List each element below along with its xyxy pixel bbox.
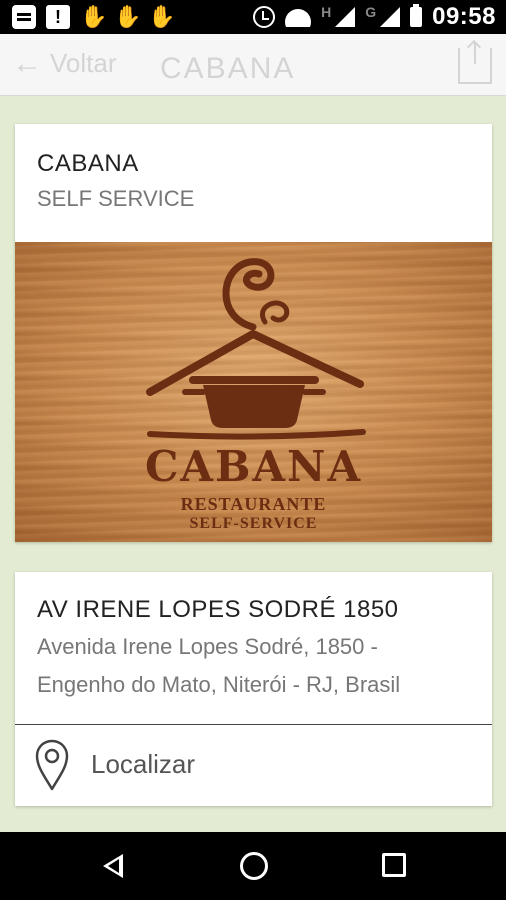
address-line-1: Avenida Irene Lopes Sodré, 1850 -	[37, 634, 378, 659]
page-title: CABANA	[160, 52, 296, 85]
clock: 09:58	[432, 3, 496, 30]
restaurant-card: CABANA SELF SERVICE CABANA RESTAURANTE S…	[15, 124, 492, 542]
wifi-icon	[285, 7, 311, 27]
signal-icon	[380, 7, 401, 27]
network-type-h: H	[321, 4, 332, 20]
app-bar: ← Voltar CABANA	[0, 34, 506, 96]
notification-icon	[12, 5, 36, 29]
address-card: AV IRENE LOPES SODRÉ 1850 Avenida Irene …	[15, 572, 492, 806]
restaurant-banner: CABANA RESTAURANTE SELF-SERVICE	[15, 242, 492, 542]
logo-tagline-1: RESTAURANTE	[180, 494, 327, 514]
system-nav-bar	[0, 832, 506, 900]
back-button[interactable]: ← Voltar	[12, 48, 117, 79]
hand-icon: ✋	[114, 4, 142, 29]
nav-recents-icon[interactable]	[382, 853, 406, 877]
back-label: Voltar	[50, 48, 117, 78]
map-pin-icon	[35, 739, 69, 791]
logo-wordmark: CABANA	[144, 442, 363, 491]
battery-icon	[410, 4, 423, 27]
network-type-g: G	[365, 4, 377, 20]
nav-home-icon[interactable]	[240, 852, 268, 880]
nav-back-icon[interactable]	[103, 854, 123, 878]
hand-icon: ✋	[80, 4, 108, 29]
address-title: AV IRENE LOPES SODRÉ 1850	[37, 596, 399, 623]
alarm-icon	[253, 6, 276, 28]
hand-icon: ✋	[148, 4, 176, 29]
restaurant-name: CABANA	[37, 150, 139, 177]
status-bar: ✋ ✋ ✋ H G 09:58	[0, 0, 506, 34]
arrow-left-icon: ←	[12, 46, 42, 80]
alert-icon	[46, 5, 70, 29]
locate-button[interactable]: Localizar	[15, 725, 492, 806]
restaurant-category: SELF SERVICE	[37, 186, 195, 211]
locate-label: Localizar	[91, 749, 196, 779]
signal-icon	[335, 7, 356, 27]
address-line-2: Engenho do Mato, Niterói - RJ, Brasil	[37, 672, 401, 697]
logo-tagline-2: SELF-SERVICE	[189, 515, 318, 532]
share-icon[interactable]	[458, 42, 492, 84]
